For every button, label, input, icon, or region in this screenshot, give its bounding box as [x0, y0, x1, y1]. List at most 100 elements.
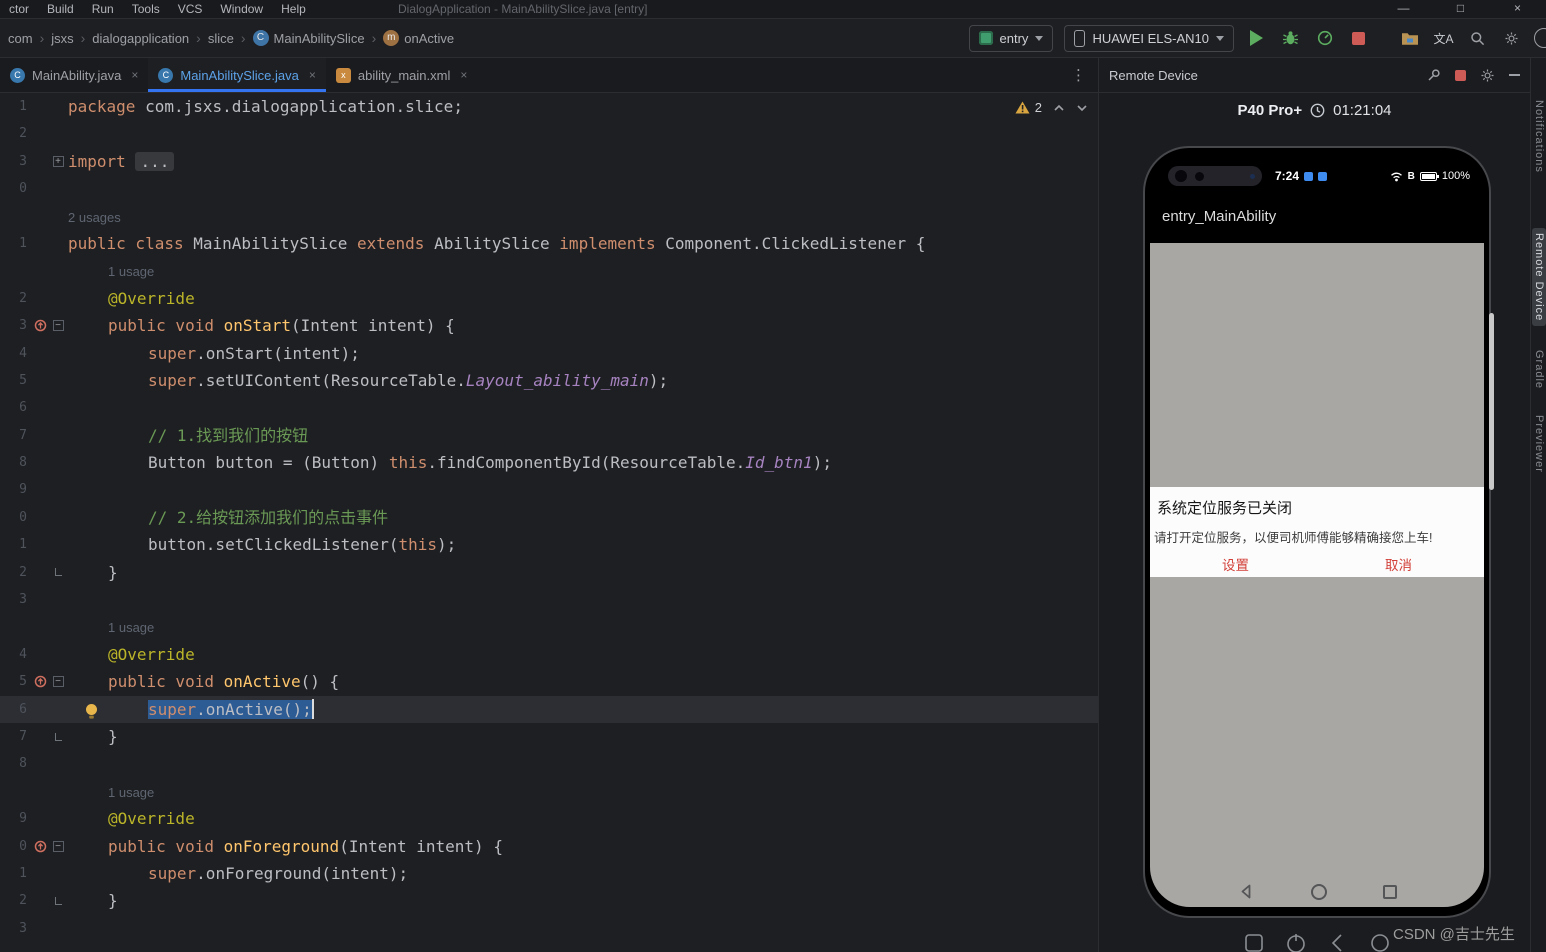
breadcrumb-item-dialogapplication[interactable]: dialogapplication [92, 31, 189, 46]
breadcrumb-item-slice[interactable]: slice [208, 31, 234, 46]
maximize-button[interactable]: □ [1432, 0, 1489, 19]
close-button[interactable]: × [1489, 0, 1546, 19]
dialog-cancel-button[interactable]: 取消 [1317, 554, 1480, 574]
ide-window: ctor Build Run Tools VCS Window Help DialogApp… [0, 0, 1546, 952]
power-icon[interactable] [1284, 931, 1308, 952]
code-text: @Override [68, 641, 195, 668]
breadcrumb-item-onactive[interactable]: m onActive [383, 30, 454, 46]
menu-item-tools[interactable]: Tools [123, 2, 169, 16]
tool-stripe-notifications[interactable]: Notifications [1532, 95, 1546, 178]
menu-item-help[interactable]: Help [272, 2, 315, 16]
fold-marker[interactable] [50, 559, 66, 586]
device-file-browser-button[interactable] [1398, 27, 1421, 50]
tab-ability_main.xml[interactable]: x ability_main.xml × [326, 58, 478, 92]
fold-expand-icon[interactable]: + [52, 155, 64, 167]
translate-icon[interactable]: 文A [1432, 27, 1455, 50]
minimize-button[interactable]: — [1375, 0, 1432, 19]
breadcrumb-item-mainabilityslice[interactable]: C MainAbilitySlice [252, 30, 365, 46]
breadcrumb-item-jsxs[interactable]: jsxs [51, 31, 73, 46]
device-selector[interactable]: HUAWEI ELS-AN10 [1064, 24, 1234, 52]
code-line: 3 + import ... [0, 148, 1098, 175]
tool-stripe-gradle[interactable]: Gradle [1532, 345, 1546, 394]
search-everywhere-button[interactable] [1466, 27, 1489, 50]
usages-hint[interactable]: 2 usages [68, 210, 121, 225]
override-marker-icon[interactable] [30, 833, 50, 860]
fold-collapse-icon[interactable]: − [52, 840, 64, 852]
usages-hint[interactable]: 1 usage [108, 264, 154, 279]
menu-item-window[interactable]: Window [211, 2, 272, 16]
dialog-settings-button[interactable]: 设置 [1154, 554, 1317, 574]
avatar[interactable] [1534, 28, 1546, 48]
close-icon[interactable]: × [460, 68, 467, 82]
fold-marker[interactable]: − [50, 833, 66, 860]
tool-stripe-previewer[interactable]: Previewer [1532, 410, 1546, 478]
nav-back-icon[interactable] [1238, 883, 1255, 900]
back-icon[interactable] [1326, 931, 1350, 952]
usages-hint[interactable]: 1 usage [108, 785, 154, 800]
code-token: this [388, 453, 428, 473]
module-selector[interactable]: entry [968, 24, 1054, 52]
menu-item-ctor[interactable]: ctor [0, 2, 38, 16]
gutter: 3 [0, 915, 68, 942]
fold-slot [50, 93, 66, 120]
home-icon[interactable] [1368, 931, 1392, 952]
breadcrumb-label: slice [207, 30, 234, 46]
debug-button[interactable] [1279, 27, 1302, 50]
phone-mockup: 7:24 B 100% entry_MainAbility 系统定位服务已关闭 … [1143, 146, 1494, 918]
line-number: 8 [19, 455, 27, 471]
override-marker-icon[interactable] [30, 668, 50, 695]
code-text: @Override [68, 805, 195, 832]
close-icon[interactable]: × [309, 68, 316, 82]
gutter: 4 [0, 340, 68, 367]
run-button[interactable] [1245, 27, 1268, 50]
menu-item-vcs[interactable]: VCS [169, 2, 212, 16]
menu-item-build[interactable]: Build [38, 2, 83, 16]
menu-item-run[interactable]: Run [83, 2, 123, 16]
gutter-icon-slot [30, 641, 50, 668]
usages-hint[interactable]: 1 usage [108, 620, 154, 635]
rotate-screen-icon[interactable] [1242, 931, 1266, 952]
stop-session-icon[interactable] [1455, 69, 1466, 81]
battery-icon [1419, 171, 1439, 181]
fold-collapse-icon[interactable]: − [52, 676, 64, 688]
previous-issue-button[interactable] [1053, 104, 1065, 112]
status-time: 7:24 [1275, 169, 1300, 183]
fold-marker[interactable]: − [50, 668, 66, 695]
close-icon[interactable]: × [131, 68, 138, 82]
code-line: 9 [0, 476, 1098, 503]
code-token: () { [300, 672, 340, 692]
phone-status-bar: 7:24 B 100% [1150, 153, 1484, 189]
pin-icon[interactable] [1427, 68, 1441, 82]
warning-count: 2 [1034, 100, 1042, 115]
stop-button[interactable] [1347, 27, 1370, 50]
fold-marker[interactable] [50, 887, 66, 914]
nav-recents-icon[interactable] [1382, 884, 1397, 899]
settings-button[interactable] [1500, 27, 1523, 50]
code-line: 3 [0, 586, 1098, 613]
code-editor[interactable]: 1 package com.jsxs.dialogapplication.slic… [0, 93, 1098, 952]
phone-screen[interactable]: 7:24 B 100% entry_MainAbility 系统定位服务已关闭 … [1150, 153, 1484, 907]
inspection-widget[interactable]: 2 [1015, 100, 1088, 115]
override-marker-icon[interactable] [30, 312, 50, 339]
tab-MainAbility.java[interactable]: C MainAbility.java × [0, 58, 148, 92]
tab-MainAbilitySlice.java[interactable]: C MainAbilitySlice.java × [148, 58, 326, 92]
xml-file-icon: x [335, 67, 351, 83]
nav-home-icon[interactable] [1310, 883, 1327, 900]
intention-bulb-icon[interactable] [84, 701, 99, 719]
code-line: 7} [0, 723, 1098, 750]
fold-collapse-icon[interactable]: − [52, 320, 64, 332]
tool-stripe-remote-device[interactable]: Remote Device [1532, 228, 1546, 327]
fold-slot [50, 367, 66, 394]
profiler-button[interactable] [1313, 27, 1336, 50]
more-options-icon[interactable]: ⋮ [1059, 58, 1098, 92]
device-session-label: P40 Pro+ 01:21:04 [1099, 102, 1530, 119]
gear-icon[interactable] [1480, 68, 1495, 83]
breadcrumb-separator-icon: › [196, 30, 201, 46]
fold-marker[interactable]: + [50, 148, 66, 175]
hide-panel-icon[interactable] [1509, 74, 1520, 76]
fold-marker[interactable]: − [50, 312, 66, 339]
fold-marker[interactable] [50, 723, 66, 750]
gutter-icon-slot [30, 559, 50, 586]
next-issue-button[interactable] [1076, 104, 1088, 112]
breadcrumb-item-com[interactable]: com [8, 31, 33, 46]
